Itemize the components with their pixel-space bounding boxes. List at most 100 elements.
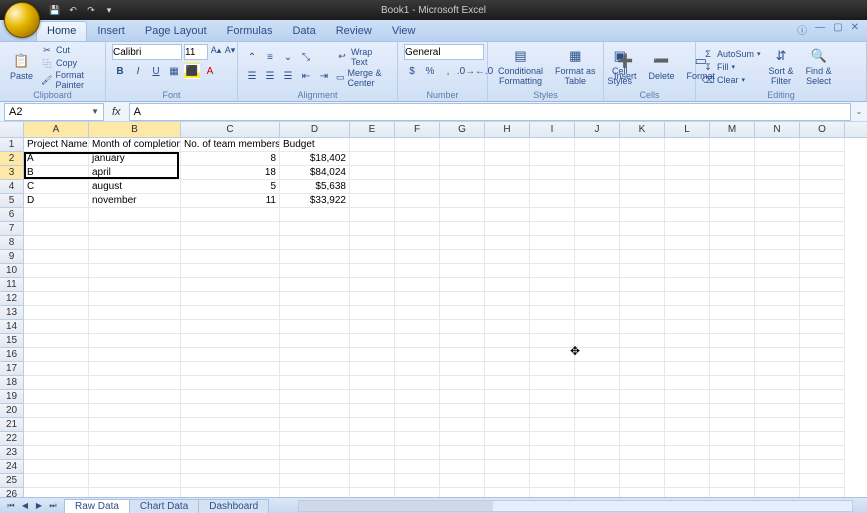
- cell[interactable]: [280, 404, 350, 418]
- cell[interactable]: [280, 376, 350, 390]
- cell[interactable]: [710, 278, 755, 292]
- cell[interactable]: [395, 236, 440, 250]
- cell[interactable]: [575, 334, 620, 348]
- cell[interactable]: [665, 306, 710, 320]
- col-header-M[interactable]: M: [710, 122, 755, 137]
- cell[interactable]: [800, 138, 845, 152]
- cell[interactable]: [665, 348, 710, 362]
- cell[interactable]: [89, 264, 181, 278]
- row-header[interactable]: 18: [0, 376, 24, 390]
- row-header[interactable]: 17: [0, 362, 24, 376]
- cell[interactable]: [181, 320, 280, 334]
- cell[interactable]: [710, 334, 755, 348]
- select-all-corner[interactable]: [0, 122, 24, 137]
- wrap-text-button[interactable]: ↩Wrap Text: [336, 47, 391, 67]
- cell[interactable]: [350, 460, 395, 474]
- cell[interactable]: [710, 166, 755, 180]
- cell[interactable]: [710, 264, 755, 278]
- row-header[interactable]: 22: [0, 432, 24, 446]
- cell[interactable]: [665, 208, 710, 222]
- cell[interactable]: [575, 138, 620, 152]
- cell[interactable]: [395, 208, 440, 222]
- cell[interactable]: [800, 292, 845, 306]
- cell[interactable]: [530, 152, 575, 166]
- cell[interactable]: [89, 488, 181, 497]
- cell[interactable]: [395, 334, 440, 348]
- cell[interactable]: [530, 278, 575, 292]
- cell[interactable]: [280, 222, 350, 236]
- cell[interactable]: [89, 250, 181, 264]
- cell[interactable]: [440, 292, 485, 306]
- minimize-button[interactable]: —: [815, 22, 825, 37]
- cell[interactable]: [89, 362, 181, 376]
- cell[interactable]: [440, 446, 485, 460]
- cell[interactable]: [665, 180, 710, 194]
- cell[interactable]: [530, 488, 575, 497]
- cell[interactable]: [485, 264, 530, 278]
- cell[interactable]: [395, 278, 440, 292]
- cell[interactable]: [395, 292, 440, 306]
- cell[interactable]: [440, 250, 485, 264]
- cell[interactable]: november: [89, 194, 181, 208]
- cell[interactable]: [620, 432, 665, 446]
- cell[interactable]: [620, 166, 665, 180]
- tab-insert[interactable]: Insert: [87, 22, 135, 41]
- cell[interactable]: [710, 376, 755, 390]
- align-middle-icon[interactable]: ≡: [262, 50, 278, 66]
- col-header-O[interactable]: O: [800, 122, 845, 137]
- cell[interactable]: [620, 138, 665, 152]
- cell[interactable]: [485, 194, 530, 208]
- cell[interactable]: 5: [181, 180, 280, 194]
- cell[interactable]: [665, 166, 710, 180]
- cell[interactable]: [755, 334, 800, 348]
- cell[interactable]: [755, 278, 800, 292]
- cell[interactable]: [350, 334, 395, 348]
- save-icon[interactable]: 💾: [48, 3, 62, 17]
- cell[interactable]: [665, 292, 710, 306]
- cell[interactable]: [89, 432, 181, 446]
- cell[interactable]: [620, 264, 665, 278]
- cell[interactable]: [575, 278, 620, 292]
- cell[interactable]: [665, 278, 710, 292]
- align-left-icon[interactable]: ☰: [244, 69, 260, 85]
- cell[interactable]: [665, 138, 710, 152]
- row-header[interactable]: 13: [0, 306, 24, 320]
- cell[interactable]: [665, 376, 710, 390]
- cell[interactable]: [485, 278, 530, 292]
- cell[interactable]: [620, 348, 665, 362]
- cell[interactable]: [24, 390, 89, 404]
- row-header[interactable]: 19: [0, 390, 24, 404]
- cell[interactable]: [755, 180, 800, 194]
- cell[interactable]: [350, 348, 395, 362]
- cell[interactable]: [181, 390, 280, 404]
- cell[interactable]: [665, 236, 710, 250]
- delete-cells-button[interactable]: ➖Delete: [645, 50, 679, 84]
- cell[interactable]: [440, 306, 485, 320]
- cell[interactable]: [800, 474, 845, 488]
- cell[interactable]: [181, 306, 280, 320]
- cell[interactable]: [395, 306, 440, 320]
- cell[interactable]: [755, 222, 800, 236]
- cell[interactable]: [395, 418, 440, 432]
- col-header-J[interactable]: J: [575, 122, 620, 137]
- cell[interactable]: [280, 250, 350, 264]
- cell[interactable]: [620, 222, 665, 236]
- border-button[interactable]: ▦: [166, 63, 182, 79]
- cell[interactable]: [755, 446, 800, 460]
- cell[interactable]: [620, 292, 665, 306]
- cell[interactable]: [620, 208, 665, 222]
- cell[interactable]: [620, 390, 665, 404]
- name-box-dropdown-icon[interactable]: ▼: [91, 107, 99, 116]
- cell[interactable]: [280, 264, 350, 278]
- cell[interactable]: [530, 390, 575, 404]
- cell[interactable]: [575, 348, 620, 362]
- cell[interactable]: [280, 292, 350, 306]
- cell[interactable]: [575, 404, 620, 418]
- row-header[interactable]: 15: [0, 334, 24, 348]
- cell[interactable]: [710, 208, 755, 222]
- cell[interactable]: [800, 208, 845, 222]
- cell[interactable]: [395, 320, 440, 334]
- cell[interactable]: [620, 250, 665, 264]
- cell[interactable]: [665, 334, 710, 348]
- row-header[interactable]: 8: [0, 236, 24, 250]
